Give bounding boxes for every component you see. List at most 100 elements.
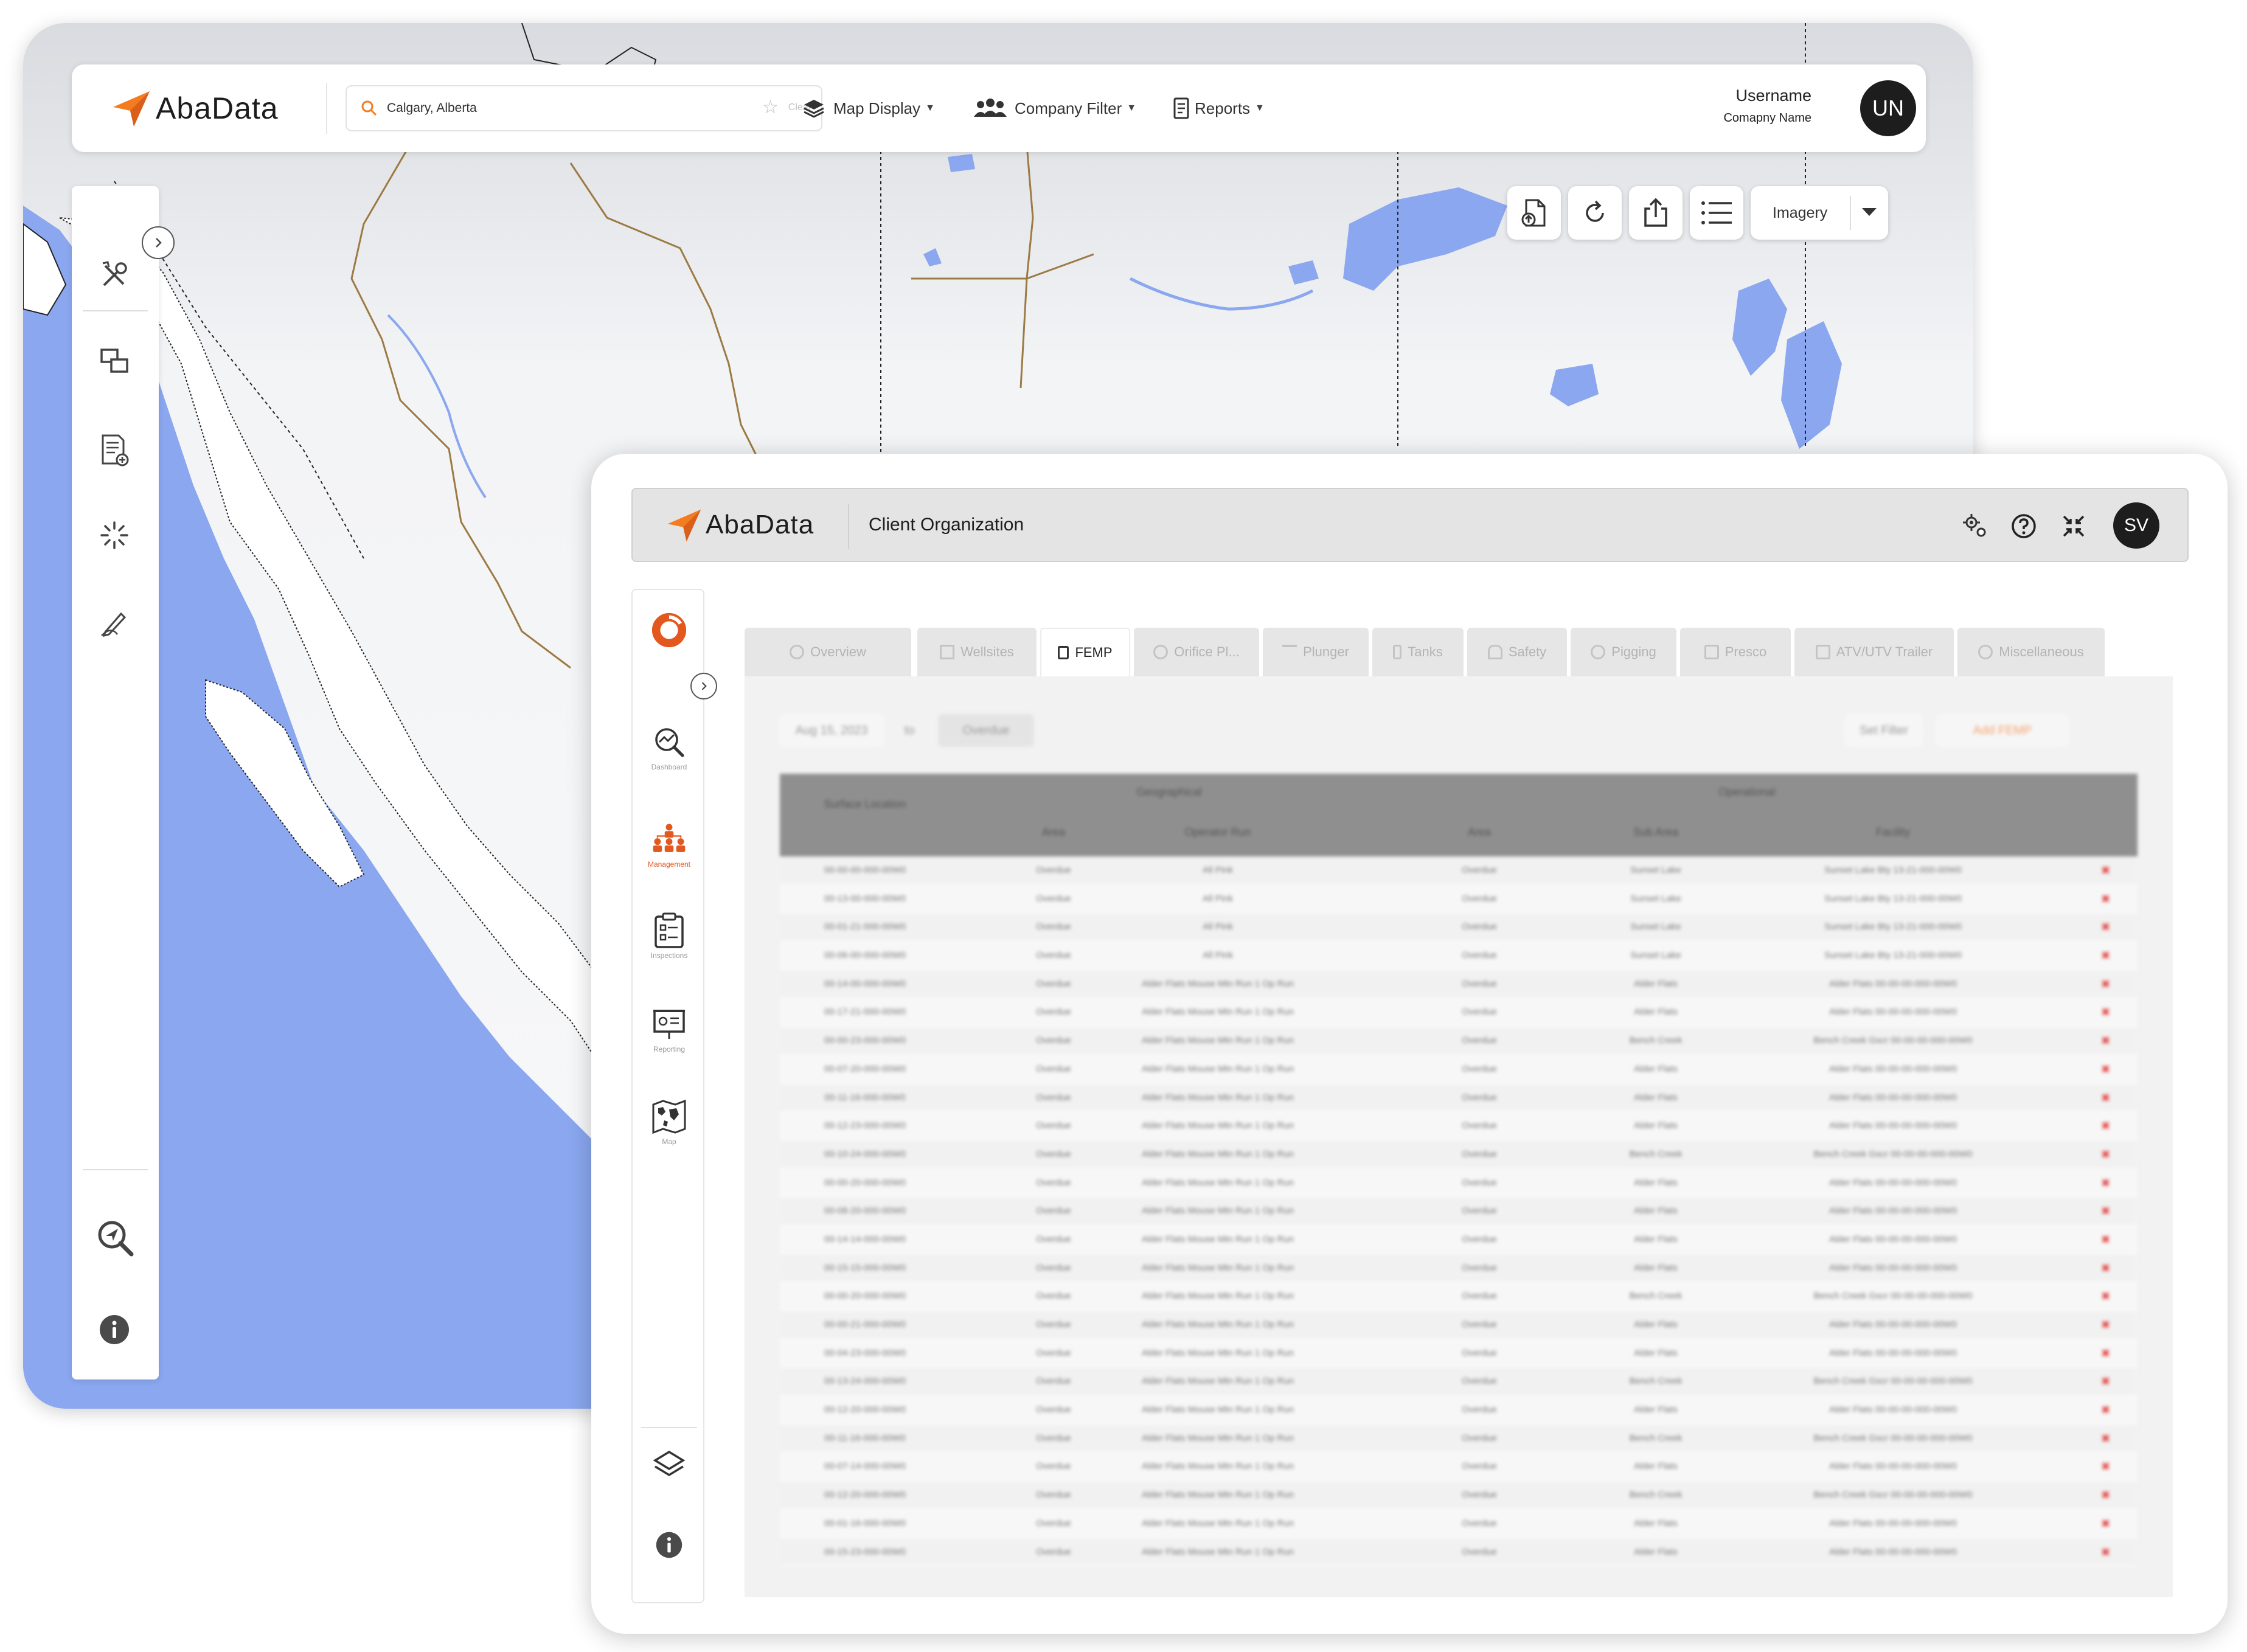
table-row[interactable]: 00-15-23-000-00W0 Overdue Alder Flats Mous…: [780, 1538, 2138, 1567]
table-row[interactable]: 00-06-00-000-00W0 Overdue All Pink Overdue S…: [780, 942, 2138, 970]
delete-icon[interactable]: ✖: [2101, 921, 2111, 932]
basemap-select[interactable]: Imagery: [1751, 186, 1888, 240]
table-row[interactable]: 00-00-23-000-00W0 Overdue Alder Flats Mous…: [780, 1027, 2138, 1055]
add-report-button[interactable]: [96, 432, 133, 468]
table-row[interactable]: 00-00-00-000-00W0 Overdue All Pink Overdue S…: [780, 856, 2138, 885]
table-row[interactable]: 00-12-20-000-00W0 Overdue Alder Flats Mous…: [780, 1396, 2138, 1425]
layer-list-button[interactable]: [1690, 186, 1743, 240]
table-row[interactable]: 00-10-24-000-00W0 Overdue Alder Flats Mous…: [780, 1140, 2138, 1169]
add-femp-button[interactable]: Add FEMP: [1936, 714, 2069, 747]
delete-icon[interactable]: ✖: [2101, 1234, 2111, 1245]
delete-icon[interactable]: ✖: [2101, 1291, 2111, 1302]
column-header[interactable]: Facility: [1790, 826, 1996, 839]
table-row[interactable]: 00-11-16-000-00W0 Overdue Alder Flats Mous…: [780, 1424, 2138, 1453]
delete-icon[interactable]: ✖: [2101, 1120, 2111, 1131]
nav-map[interactable]: Map: [633, 1098, 706, 1146]
tab-femp[interactable]: FEMP: [1040, 628, 1130, 676]
delete-icon[interactable]: ✖: [2101, 1007, 2111, 1018]
tab-plunger[interactable]: Plunger: [1263, 628, 1369, 676]
delete-icon[interactable]: ✖: [2101, 1461, 2111, 1472]
delete-icon[interactable]: ✖: [2101, 1035, 2111, 1046]
table-row[interactable]: 00-14-14-000-00W0 Overdue Alder Flats Mous…: [780, 1225, 2138, 1254]
set-filter-button[interactable]: Set Filter: [1844, 714, 1923, 747]
location-search[interactable]: Calgary, Alberta ☆ Clear: [346, 85, 822, 131]
column-header[interactable]: Surface Location: [804, 798, 926, 811]
table-row[interactable]: 00-01-16-000-00W0 Overdue Alder Flats Mous…: [780, 1509, 2138, 1538]
favorite-star-icon[interactable]: ☆: [762, 99, 779, 117]
table-row[interactable]: 00-01-21-000-00W0 Overdue All Pink Overdue S…: [780, 913, 2138, 942]
column-header[interactable]: Operator Run: [1133, 826, 1303, 839]
locate-button[interactable]: [94, 1216, 136, 1259]
table-row[interactable]: 00-11-16-000-00W0 Overdue Alder Flats Mous…: [780, 1083, 2138, 1112]
tab-safety[interactable]: Safety: [1467, 628, 1567, 676]
tab-wellsites[interactable]: Wellsites: [917, 628, 1037, 676]
delete-icon[interactable]: ✖: [2101, 1149, 2111, 1160]
tab-orifice-plate[interactable]: Orifice Pl...: [1134, 628, 1259, 676]
date-picker[interactable]: Aug 15, 2023: [779, 714, 884, 747]
help-button[interactable]: [2010, 512, 2038, 540]
table-row[interactable]: 00-12-20-000-00W0 Overdue Alder Flats Mous…: [780, 1481, 2138, 1510]
delete-icon[interactable]: ✖: [2101, 1547, 2111, 1558]
table-row[interactable]: 00-14-00-000-00W0 Overdue Alder Flats Mous…: [780, 970, 2138, 999]
brand-nav-item[interactable]: [633, 612, 706, 648]
table-row[interactable]: 00-13-00-000-00W0 Overdue All Pink Overdue S…: [780, 884, 2138, 914]
company-filter-menu[interactable]: Company Filter ▼: [972, 95, 1136, 122]
info-button[interactable]: [633, 1527, 706, 1563]
table-row[interactable]: 00-15-15-000-00W0 Overdue Alder Flats Mous…: [780, 1254, 2138, 1283]
abadata-logo[interactable]: AbaData: [112, 89, 279, 128]
table-row[interactable]: 00-00-21-000-00W0 Overdue Alder Flats Mous…: [780, 1311, 2138, 1339]
table-row[interactable]: 00-04-23-000-00W0 Overdue Alder Flats Mous…: [780, 1339, 2138, 1368]
reports-menu[interactable]: Reports ▼: [1173, 95, 1265, 122]
info-button[interactable]: [96, 1311, 133, 1348]
dropdown-caret-icon[interactable]: [1862, 208, 1877, 216]
delete-icon[interactable]: ✖: [2101, 865, 2111, 876]
table-row[interactable]: 00-07-14-000-00W0 Overdue Alder Flats Mous…: [780, 1452, 2138, 1482]
table-row[interactable]: 00-08-20-000-00W0 Overdue Alder Flats Mous…: [780, 1197, 2138, 1226]
loading-button[interactable]: [96, 517, 133, 554]
delete-icon[interactable]: ✖: [2101, 1433, 2111, 1444]
delete-icon[interactable]: ✖: [2101, 1348, 2111, 1359]
delete-icon[interactable]: ✖: [2101, 894, 2111, 904]
settings-button[interactable]: [1961, 512, 1989, 540]
draw-button[interactable]: [96, 605, 133, 641]
avatar[interactable]: SV: [2113, 502, 2159, 549]
table-row[interactable]: 00-07-20-000-00W0 Overdue Alder Flats Mous…: [780, 1055, 2138, 1084]
tab-overview[interactable]: Overview: [745, 628, 911, 676]
table-row[interactable]: 00-00-20-000-00W0 Overdue Alder Flats Mous…: [780, 1168, 2138, 1198]
table-row[interactable]: 00-13-24-000-00W0 Overdue Alder Flats Mous…: [780, 1367, 2138, 1397]
table-row[interactable]: 00-00-20-000-00W0 Overdue Alder Flats Mous…: [780, 1282, 2138, 1311]
tab-presco[interactable]: Presco: [1680, 628, 1791, 676]
tab-tanks[interactable]: Tanks: [1372, 628, 1464, 676]
map-display-menu[interactable]: Map Display ▼: [802, 95, 935, 122]
delete-icon[interactable]: ✖: [2101, 1064, 2111, 1075]
expand-sidebar-button[interactable]: [142, 226, 175, 259]
tab-atv-utv-trailer[interactable]: ATV/UTV Trailer: [1794, 628, 1954, 676]
delete-icon[interactable]: ✖: [2101, 1178, 2111, 1189]
status-filter-chip[interactable]: Overdue: [938, 714, 1034, 747]
nav-inspections[interactable]: Inspections: [633, 912, 706, 960]
nav-dashboard[interactable]: Dashboard: [633, 724, 706, 771]
table-row[interactable]: 00-17-21-000-00W0 Overdue Alder Flats Mous…: [780, 998, 2138, 1027]
delete-icon[interactable]: ✖: [2101, 979, 2111, 990]
delete-icon[interactable]: ✖: [2101, 1319, 2111, 1330]
export-button[interactable]: [1629, 186, 1683, 240]
search-input[interactable]: Calgary, Alberta: [387, 101, 477, 116]
column-header[interactable]: Area: [1005, 826, 1102, 839]
column-header[interactable]: Sub Area: [1595, 826, 1717, 839]
tools-button[interactable]: [96, 257, 133, 293]
delete-icon[interactable]: ✖: [2101, 1376, 2111, 1387]
tab-miscellaneous[interactable]: Miscellaneous: [1957, 628, 2105, 676]
nav-reporting[interactable]: Reporting: [633, 1006, 706, 1053]
delete-icon[interactable]: ✖: [2101, 1404, 2111, 1415]
delete-icon[interactable]: ✖: [2101, 1518, 2111, 1529]
delete-icon[interactable]: ✖: [2101, 1490, 2111, 1501]
column-header[interactable]: Area: [1431, 826, 1528, 839]
table-row[interactable]: 00-12-23-000-00W0 Overdue Alder Flats Mous…: [780, 1112, 2138, 1140]
delete-icon[interactable]: ✖: [2101, 1092, 2111, 1103]
refresh-button[interactable]: [1568, 186, 1622, 240]
avatar[interactable]: UN: [1860, 80, 1916, 136]
compare-button[interactable]: [96, 343, 133, 380]
tab-pigging[interactable]: Pigging: [1571, 628, 1676, 676]
upload-file-button[interactable]: [1507, 186, 1561, 240]
layers-button[interactable]: [633, 1448, 706, 1484]
